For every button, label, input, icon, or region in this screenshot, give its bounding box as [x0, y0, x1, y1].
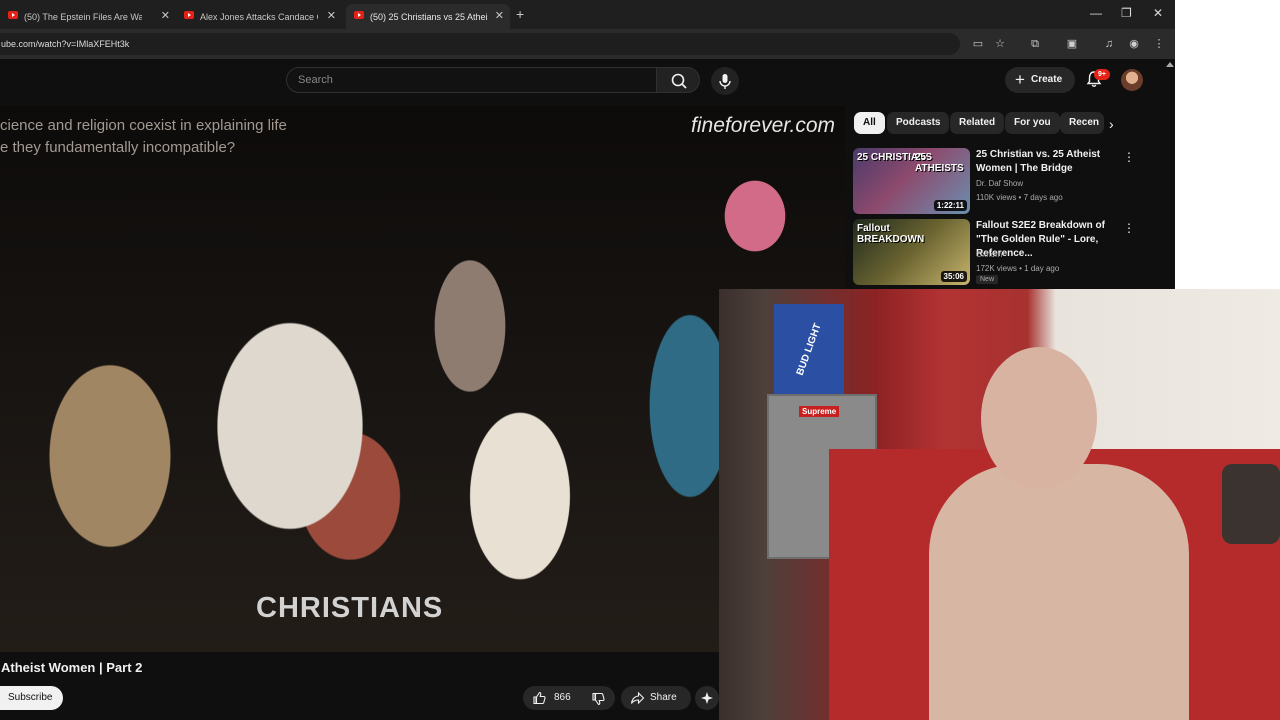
- channel-name[interactable]: Oxhorn: [976, 250, 1002, 259]
- video-meta: 110K views • 7 days ago: [976, 193, 1063, 202]
- like-count: 866: [554, 692, 571, 703]
- menu-kebab-icon[interactable]: ⋮: [1152, 37, 1166, 51]
- voice-search-button[interactable]: [711, 67, 739, 95]
- video-thumbnail[interactable]: 25 CHRISTIANS 25 ATHEISTS 1:22:11: [853, 148, 970, 214]
- video-watermark: fineforever.com: [691, 114, 835, 137]
- question-line-1: cience and religion coexist in explainin…: [0, 117, 287, 134]
- channel-name[interactable]: Dr. Daf Show: [976, 179, 1023, 188]
- tab-epstein-files[interactable]: (50) The Epstein Files Are Way W ✕: [0, 4, 176, 29]
- ask-ai-button[interactable]: [695, 686, 719, 710]
- url-field[interactable]: ube.com/watch?v=IMlaXFEHt3k: [0, 33, 960, 55]
- chip-all[interactable]: All: [854, 112, 885, 134]
- subscribe-button[interactable]: Subscribe: [0, 686, 63, 710]
- pillow: [1222, 464, 1280, 544]
- youtube-favicon-icon: [8, 11, 18, 19]
- share-arrow-icon: [630, 691, 645, 705]
- sparkle-icon: [701, 692, 713, 704]
- thumbs-down-icon[interactable]: [591, 692, 605, 706]
- create-label: Create: [1031, 74, 1063, 85]
- tab-label: (50) The Epstein Files Are Way W: [24, 11, 142, 22]
- chip-related[interactable]: Related: [950, 112, 1005, 134]
- tab-alex-jones[interactable]: Alex Jones Attacks Candace Owe ✕: [176, 4, 342, 29]
- webcam-overlay: BUD LIGHT Supreme: [719, 289, 1280, 720]
- share-label: Share: [650, 692, 677, 703]
- beer-box-label: BUD LIGHT: [794, 322, 824, 377]
- new-tab-button[interactable]: +: [516, 6, 524, 22]
- thumbs-up-icon[interactable]: [532, 691, 546, 705]
- account-avatar[interactable]: [1121, 69, 1143, 91]
- search-icon: [671, 73, 687, 89]
- duration-badge: 1:22:11: [933, 200, 967, 211]
- close-tab-icon[interactable]: ✕: [327, 9, 336, 22]
- scroll-up-arrow-icon[interactable]: [1166, 62, 1174, 67]
- new-badge: New: [976, 275, 999, 284]
- thumbnail-text: Fallout BREAKDOWN: [857, 223, 925, 245]
- plus-icon: +: [1015, 70, 1025, 89]
- tab-bar: (50) The Epstein Files Are Way W ✕ Alex …: [0, 0, 1175, 29]
- video-title: Atheist Women | Part 2: [1, 660, 143, 675]
- cast-icon[interactable]: ▭: [971, 37, 985, 51]
- notification-count-badge: 9+: [1094, 69, 1110, 80]
- filter-chips: All Podcasts Related For you Recen: [845, 112, 1175, 136]
- search-button[interactable]: [656, 67, 700, 93]
- page-scrollbar[interactable]: [1164, 62, 1175, 289]
- close-window-button[interactable]: ✕: [1153, 6, 1163, 20]
- tab-label: Alex Jones Attacks Candace Owe: [200, 11, 318, 22]
- video-question-overlay: cience and religion coexist in explainin…: [0, 115, 287, 159]
- minimize-button[interactable]: —: [1090, 6, 1102, 20]
- youtube-favicon-icon: [354, 11, 364, 19]
- extensions-icon[interactable]: ⧉: [1028, 37, 1042, 51]
- recommendation-title[interactable]: 25 Christian vs. 25 Atheist Women | The …: [976, 148, 1121, 176]
- video-chyron: CHRISTIANS: [256, 592, 444, 624]
- person-torso: [929, 464, 1189, 720]
- microphone-icon: [719, 74, 731, 89]
- chip-podcasts[interactable]: Podcasts: [887, 112, 950, 134]
- profile-icon[interactable]: ◉: [1127, 37, 1141, 51]
- more-options-icon[interactable]: ⋮: [1123, 221, 1135, 235]
- chip-recently-uploaded[interactable]: Recen: [1060, 112, 1104, 134]
- video-thumbnail[interactable]: Fallout BREAKDOWN 35:06: [853, 219, 970, 285]
- beer-box: BUD LIGHT: [774, 304, 844, 394]
- duration-badge: 35:06: [940, 271, 967, 282]
- share-button[interactable]: Share: [621, 686, 691, 710]
- tab-label: (50) 25 Christians vs 25 Atheist: [370, 11, 488, 22]
- more-options-icon[interactable]: ⋮: [1123, 150, 1135, 164]
- youtube-header: Search + Create 9+: [0, 62, 1175, 106]
- close-tab-icon[interactable]: ✕: [495, 9, 504, 22]
- person-head: [981, 347, 1097, 489]
- restore-button[interactable]: ❐: [1121, 6, 1132, 20]
- create-button[interactable]: + Create: [1005, 67, 1075, 93]
- split-view-icon[interactable]: ▣: [1065, 37, 1079, 51]
- screen: (50) The Epstein Files Are Way W ✕ Alex …: [0, 0, 1280, 720]
- chip-for-you[interactable]: For you: [1005, 112, 1060, 134]
- media-controls-icon[interactable]: ♫: [1102, 37, 1116, 51]
- recommendation-card[interactable]: 25 CHRISTIANS 25 ATHEISTS 1:22:11 25 Chr…: [853, 148, 1143, 216]
- recommendation-card[interactable]: Fallout BREAKDOWN 35:06 Fallout S2E2 Bre…: [853, 219, 1143, 287]
- thumbnail-text: 25 ATHEISTS: [915, 152, 964, 174]
- fridge-sticker: Supreme: [799, 406, 840, 417]
- youtube-favicon-icon: [184, 11, 194, 19]
- address-bar-row: ube.com/watch?v=IMlaXFEHt3k ▭ ☆ ⧉ ▣ ♫ ◉ …: [0, 29, 1175, 59]
- close-tab-icon[interactable]: ✕: [161, 9, 170, 22]
- chevron-right-icon[interactable]: ›: [1109, 116, 1114, 132]
- tab-christians-vs-atheists[interactable]: (50) 25 Christians vs 25 Atheist ✕: [346, 4, 510, 29]
- search-input[interactable]: Search: [286, 67, 657, 93]
- question-line-2: e they fundamentally incompatible?: [0, 139, 236, 156]
- video-meta: 172K views • 1 day ago: [976, 264, 1060, 273]
- bookmark-star-icon[interactable]: ☆: [993, 37, 1007, 51]
